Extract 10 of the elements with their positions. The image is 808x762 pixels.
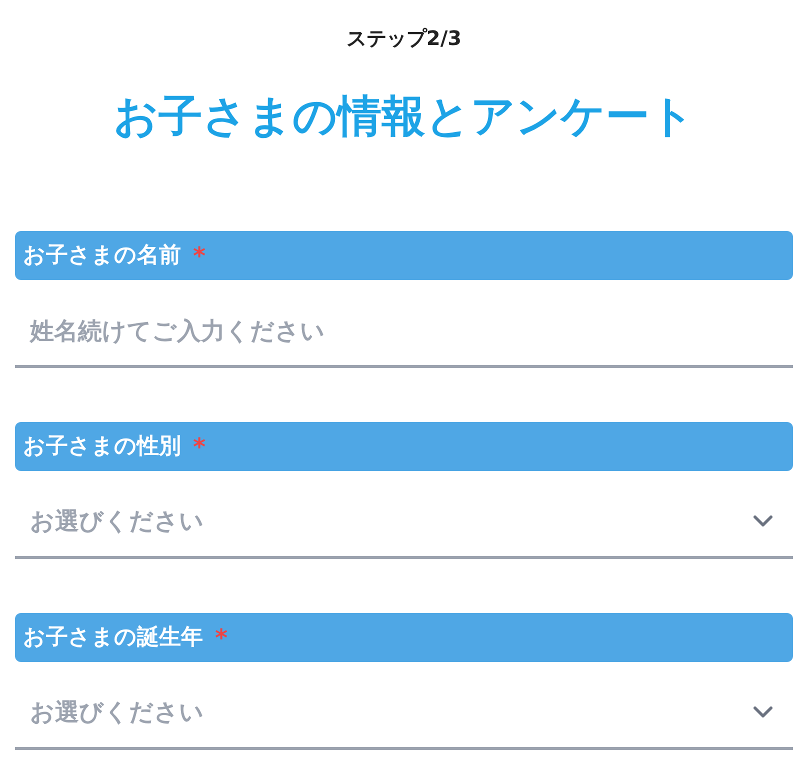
required-mark: *: [193, 434, 206, 458]
page-title: お子さまの情報とアンケート: [114, 92, 694, 142]
field-label: お子さまの名前: [23, 244, 181, 266]
step-indicator: ステップ2/3: [346, 25, 462, 52]
field-label: お子さまの誕生年: [23, 626, 203, 648]
required-mark: *: [193, 244, 206, 268]
field-label: お子さまの性別: [23, 436, 181, 458]
chevron-down-icon: [753, 706, 773, 718]
chevron-down-icon: [753, 514, 773, 526]
required-mark: *: [215, 626, 228, 650]
